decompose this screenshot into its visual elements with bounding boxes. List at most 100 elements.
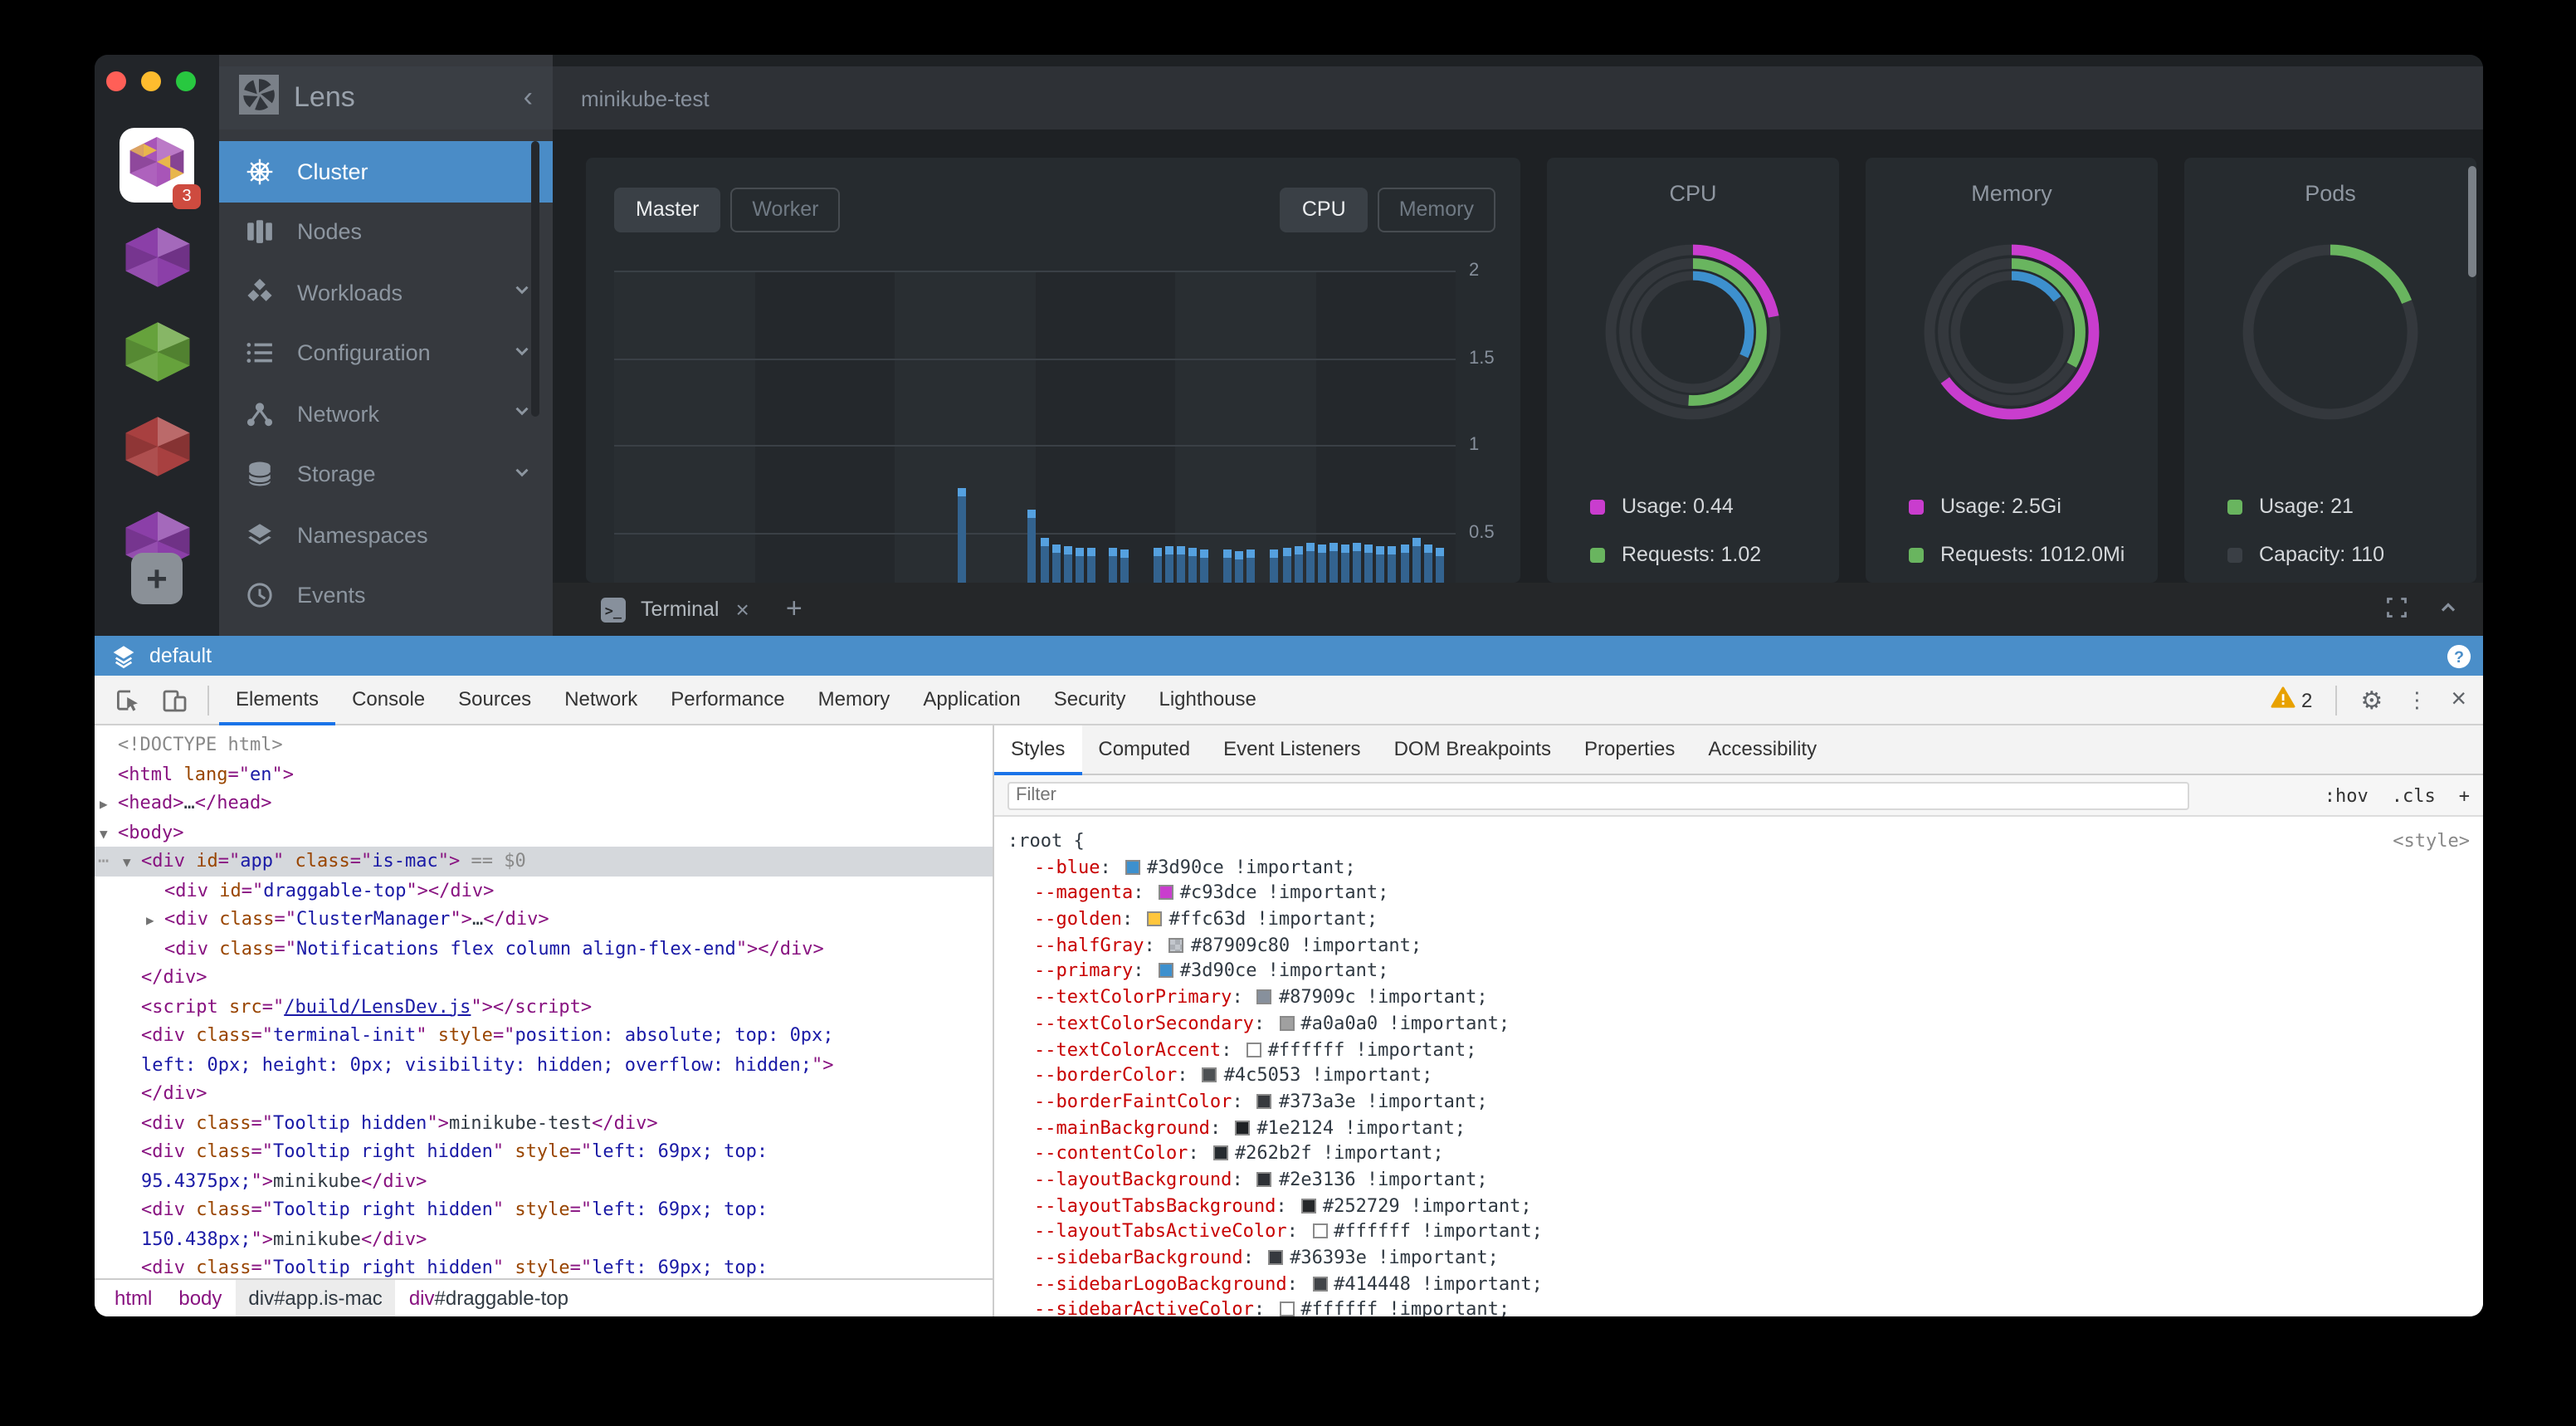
close-devtools-icon[interactable]: × xyxy=(2451,685,2466,715)
collapse-sidebar-icon[interactable]: ‹ xyxy=(524,81,533,115)
devtools-tab-console[interactable]: Console xyxy=(335,675,442,725)
styles-tab-computed[interactable]: Computed xyxy=(1081,725,1207,775)
main-scrollbar[interactable] xyxy=(2468,166,2476,277)
metric-toggle-button-memory[interactable]: Memory xyxy=(1378,188,1495,232)
elements-tree-line[interactable]: ▶<head>…</head> xyxy=(95,789,993,818)
css-property[interactable]: --sidebarActiveColor: #ffffff !important… xyxy=(1007,1297,2470,1316)
metric-toggle-button-cpu[interactable]: CPU xyxy=(1281,188,1368,232)
cluster-icon[interactable] xyxy=(120,413,194,486)
css-property[interactable]: --contentColor: #262b2f !important; xyxy=(1007,1141,2470,1167)
inspect-element-icon[interactable] xyxy=(115,686,141,713)
elements-tree-line[interactable]: <script src="/build/LensDev.js"></script… xyxy=(95,992,993,1021)
css-property[interactable]: --textColorAccent: #ffffff !important; xyxy=(1007,1037,2470,1062)
elements-tree-line[interactable]: 95.4375px;">minikube</div> xyxy=(95,1166,993,1195)
css-property[interactable]: --halfGray: #87909c80 !important; xyxy=(1007,933,2470,959)
node-filter-button-master[interactable]: Master xyxy=(614,188,720,232)
help-icon[interactable]: ? xyxy=(2447,643,2471,668)
color-swatch[interactable] xyxy=(1125,859,1140,874)
color-swatch[interactable] xyxy=(1247,1042,1261,1057)
css-property[interactable]: --layoutTabsActiveColor: #ffffff !import… xyxy=(1007,1219,2470,1245)
devtools-tab-lighthouse[interactable]: Lighthouse xyxy=(1142,675,1272,725)
breadcrumb-item[interactable]: div#draggable-top xyxy=(396,1279,582,1316)
color-swatch[interactable] xyxy=(1312,1276,1327,1291)
pseudo-toggle[interactable]: :hov xyxy=(2325,784,2369,806)
settings-gear-icon[interactable]: ⚙ xyxy=(2360,685,2383,715)
sidebar-scrollbar[interactable] xyxy=(531,141,539,417)
elements-tree-line[interactable]: <div class="Tooltip right hidden" style=… xyxy=(95,1137,993,1166)
css-property[interactable]: --textColorSecondary: #a0a0a0 !important… xyxy=(1007,1011,2470,1037)
collapse-arrow-icon[interactable]: ▼ xyxy=(100,819,108,848)
sidebar-item-network[interactable]: Network xyxy=(219,383,553,444)
styles-tab-properties[interactable]: Properties xyxy=(1568,725,1691,775)
chevron-up-icon[interactable] xyxy=(2437,595,2460,623)
warnings-indicator[interactable]: 2 xyxy=(2270,686,2312,714)
color-swatch[interactable] xyxy=(1279,1302,1294,1316)
css-property[interactable]: --borderFaintColor: #373a3e !important; xyxy=(1007,1089,2470,1115)
color-swatch[interactable] xyxy=(1257,1172,1272,1187)
color-swatch[interactable] xyxy=(1147,911,1162,926)
styles-tab-event-listeners[interactable]: Event Listeners xyxy=(1207,725,1377,775)
elements-tree-line[interactable]: <!DOCTYPE html> xyxy=(95,730,993,759)
color-swatch[interactable] xyxy=(1203,1067,1217,1082)
devtools-tab-network[interactable]: Network xyxy=(548,675,654,725)
cluster-icon[interactable] xyxy=(120,319,194,392)
styles-tab-accessibility[interactable]: Accessibility xyxy=(1691,725,1833,775)
devtools-tab-application[interactable]: Application xyxy=(906,675,1037,725)
elements-tree-line[interactable]: <div id="draggable-top"></div> xyxy=(95,876,993,905)
breadcrumb-item[interactable]: html xyxy=(101,1279,165,1316)
minimize-window-button[interactable] xyxy=(141,71,161,91)
elements-tree-line[interactable]: <div class="terminal-init" style="positi… xyxy=(95,1021,993,1050)
elements-tree-line[interactable]: </div> xyxy=(95,963,993,992)
add-cluster-button[interactable]: + xyxy=(131,553,183,604)
zoom-window-button[interactable] xyxy=(176,71,196,91)
pseudo-toggle[interactable]: .cls xyxy=(2392,784,2436,806)
cluster-tab-title[interactable]: minikube-test xyxy=(581,85,710,110)
css-property[interactable]: --layoutTabsBackground: #252729 !importa… xyxy=(1007,1193,2470,1218)
elements-tree-line[interactable]: ▶<div class="ClusterManager">…</div> xyxy=(95,905,993,934)
color-swatch[interactable] xyxy=(1312,1224,1327,1239)
sidebar-item-workloads[interactable]: Workloads xyxy=(219,262,553,323)
css-property[interactable]: --blue: #3d90ce !important; xyxy=(1007,854,2470,880)
color-swatch[interactable] xyxy=(1257,989,1272,1004)
devtools-tab-elements[interactable]: Elements xyxy=(219,675,335,725)
css-property[interactable]: --mainBackground: #1e2124 !important; xyxy=(1007,1115,2470,1140)
css-property[interactable]: --borderColor: #4c5053 !important; xyxy=(1007,1062,2470,1088)
style-source-link[interactable]: <style> xyxy=(2393,828,2470,854)
expand-arrow-icon[interactable]: ▶ xyxy=(146,906,154,935)
devtools-tab-security[interactable]: Security xyxy=(1037,675,1143,725)
breadcrumb-item[interactable]: body xyxy=(165,1279,235,1316)
css-property[interactable]: --magenta: #c93dce !important; xyxy=(1007,881,2470,906)
color-swatch[interactable] xyxy=(1279,1016,1294,1031)
sidebar-item-cluster[interactable]: Cluster xyxy=(219,141,553,202)
devtools-tab-memory[interactable]: Memory xyxy=(802,675,907,725)
color-swatch[interactable] xyxy=(1257,1094,1272,1109)
sidebar-item-nodes[interactable]: Nodes xyxy=(219,202,553,262)
styles-filter-input[interactable] xyxy=(1007,781,2189,809)
sidebar-item-events[interactable]: Events xyxy=(219,565,553,626)
css-property[interactable]: --golden: #ffc63d !important; xyxy=(1007,906,2470,932)
styles-tab-dom-breakpoints[interactable]: DOM Breakpoints xyxy=(1378,725,1568,775)
kebab-menu-icon[interactable]: ⋮ xyxy=(2406,686,2427,713)
breadcrumb-item[interactable]: div#app.is-mac xyxy=(235,1279,395,1316)
color-swatch[interactable] xyxy=(1159,886,1173,901)
css-property[interactable]: --textColorPrimary: #87909c !important; xyxy=(1007,984,2470,1010)
devtools-tab-sources[interactable]: Sources xyxy=(442,675,548,725)
device-toolbar-icon[interactable] xyxy=(161,686,188,713)
color-swatch[interactable] xyxy=(1235,1120,1250,1135)
elements-tree-line[interactable]: <div class="Tooltip hidden">minikube-tes… xyxy=(95,1108,993,1137)
sidebar-item-namespaces[interactable]: Namespaces xyxy=(219,505,553,565)
css-property[interactable]: --sidebarLogoBackground: #414448 !import… xyxy=(1007,1271,2470,1297)
pseudo-toggle[interactable]: + xyxy=(2459,784,2470,806)
color-swatch[interactable] xyxy=(1301,1198,1316,1213)
elements-tree-line[interactable]: <html lang="en"> xyxy=(95,759,993,789)
css-property[interactable]: --sidebarBackground: #36393e !important; xyxy=(1007,1245,2470,1271)
elements-tree-line[interactable]: ⋯▼<div id="app" class="is-mac"> == $0 xyxy=(95,847,993,876)
terminal-tab[interactable]: Terminal xyxy=(641,598,720,621)
collapse-arrow-icon[interactable]: ▼ xyxy=(123,848,131,877)
elements-tree-line[interactable]: <div class="Tooltip right hidden" style=… xyxy=(95,1253,993,1278)
close-window-button[interactable] xyxy=(106,71,126,91)
elements-tree-line[interactable]: <div class="Tooltip right hidden" style=… xyxy=(95,1195,993,1224)
css-property[interactable]: --layoutBackground: #2e3136 !important; xyxy=(1007,1167,2470,1193)
color-swatch[interactable] xyxy=(1268,1250,1283,1265)
css-property[interactable]: --primary: #3d90ce !important; xyxy=(1007,959,2470,984)
